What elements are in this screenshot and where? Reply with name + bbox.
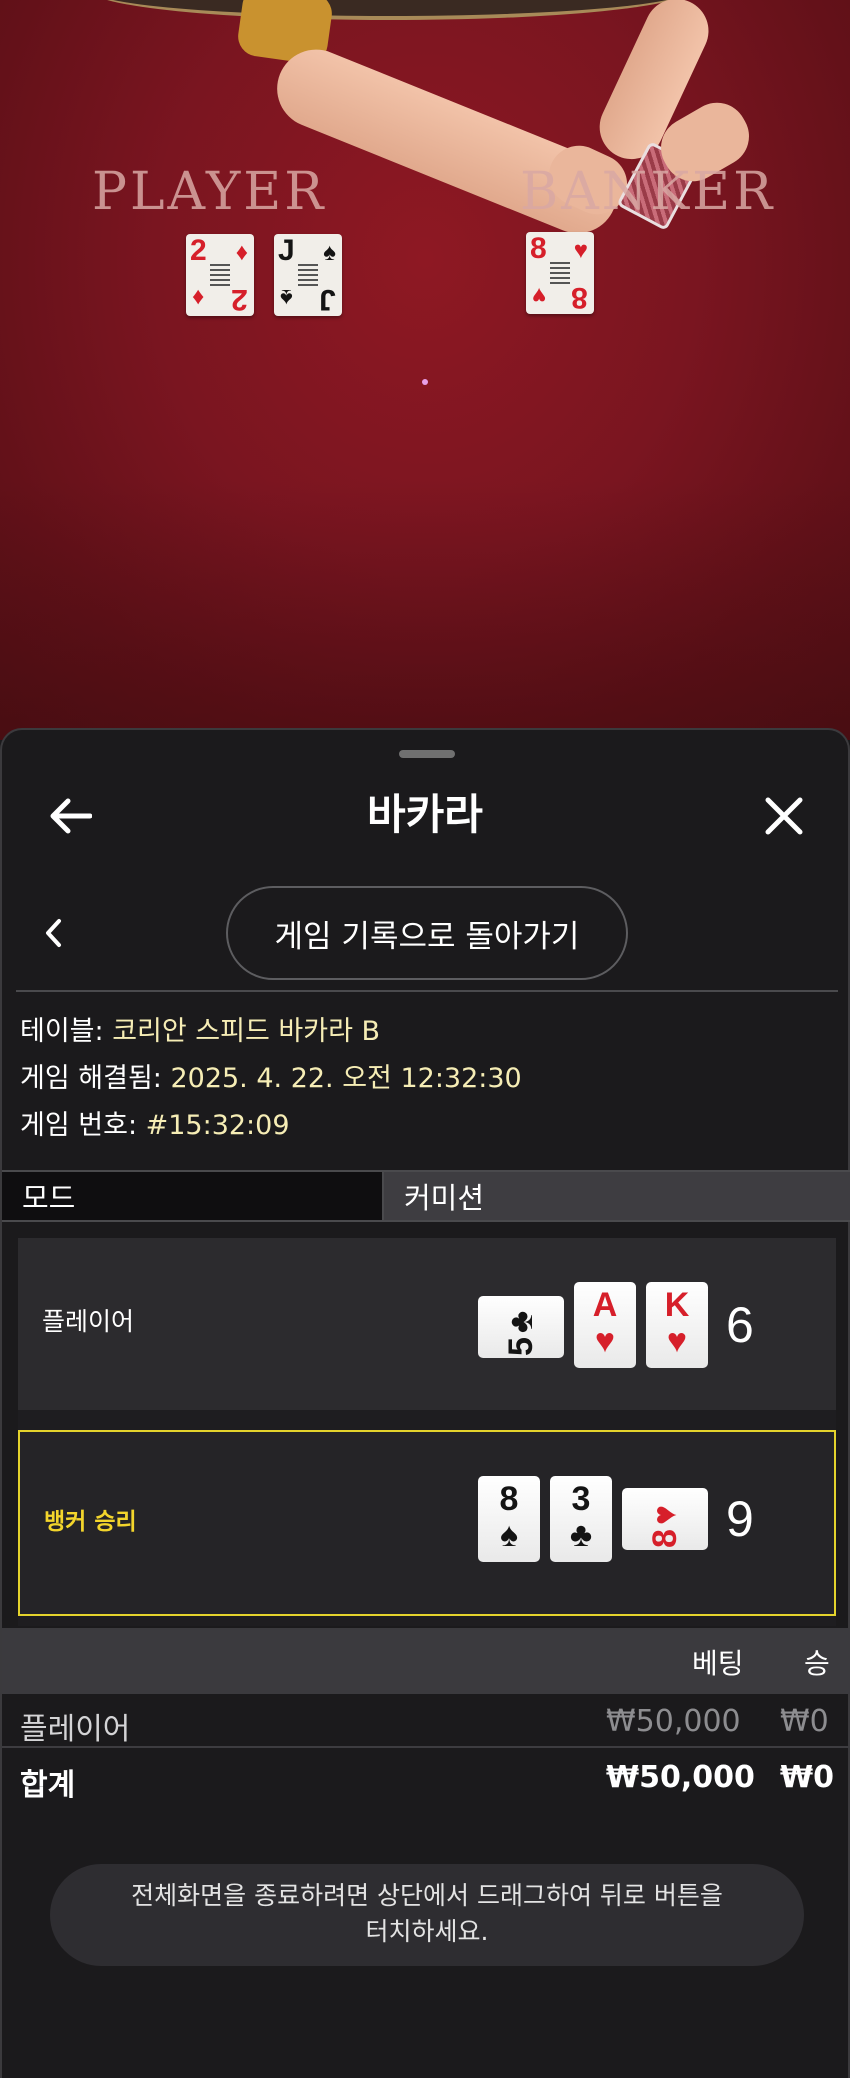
banker-win-label: 뱅커 승리 [44,1509,137,1535]
history-back-chevron[interactable] [38,908,68,958]
table-label-player: PLAYER [92,162,327,222]
table-card-player-2: J ♠ J ♠ [274,234,342,316]
bet-amount: ₩50,000 [606,1704,741,1739]
bet-row-total: 합계 ₩50,000 ₩0 [2,1752,850,1808]
win-column-header: 승 [804,1647,830,1680]
result-card: 8 ♥ [622,1488,708,1550]
bet-name: 플레이어 [20,1712,131,1747]
player-hand-row: 플레이어 5 ♣ A ♥ K ♥ 6 [18,1238,836,1410]
game-number-info: 게임 번호: #15:32:09 [20,1110,290,1141]
total-win-amount: ₩0 [780,1760,834,1795]
video-marker-dot [422,379,428,385]
banker-score: 9 [726,1491,754,1547]
tab-mode[interactable]: 모드 [2,1172,382,1220]
result-card: A ♥ [574,1282,636,1368]
divider [16,990,838,992]
back-to-history-button[interactable]: 게임 기록으로 돌아가기 [226,886,628,980]
total-label: 합계 [20,1768,76,1803]
chevron-left-icon [46,919,61,947]
result-card: 3 ♣ [550,1476,612,1562]
bets-header: 베팅 승 [2,1628,850,1694]
bet-row-player: 플레이어 ₩50,000 ₩0 [2,1696,850,1752]
live-video-feed: PLAYER BANKER 2 ♦ 2 ♦ J ♠ J ♠ 8 ♥ 8 ♥ [0,0,850,740]
page-title: 바카라 [367,790,483,839]
result-card: K ♥ [646,1282,708,1368]
result-card: 5 ♣ [478,1296,564,1358]
tab-commission[interactable]: 커미션 [382,1172,850,1220]
hand-results: 플레이어 5 ♣ A ♥ K ♥ 6 뱅커 승리 8 ♠ 3 ♣ 8 ♥ 9 [18,1238,836,1626]
win-amount: ₩0 [780,1704,829,1739]
result-card: 8 ♠ [478,1476,540,1562]
drag-handle[interactable] [399,750,455,758]
player-score: 6 [726,1297,754,1353]
table-label-banker: BANKER [520,162,776,222]
table-card-banker-1: 8 ♥ 8 ♥ [526,232,594,314]
table-edge [90,0,690,20]
total-bet-amount: ₩50,000 [606,1760,755,1795]
table-info: 테이블: 코리안 스피드 바카라 B [20,1016,381,1047]
fullscreen-exit-hint: 전체화면을 종료하려면 상단에서 드래그하여 뒤로 버튼을 터치하세요. [50,1864,804,1966]
resolved-time-info: 게임 해결됨: 2025. 4. 22. 오전 12:32:30 [20,1063,522,1094]
bet-column-header: 베팅 [692,1647,744,1680]
divider [2,1746,850,1748]
banker-hand-row: 뱅커 승리 8 ♠ 3 ♣ 8 ♥ 9 [18,1430,836,1616]
close-button[interactable] [754,786,814,846]
table-card-player-1: 2 ♦ 2 ♦ [186,234,254,316]
close-icon [765,797,803,835]
game-history-sheet: 바카라 게임 기록으로 돌아가기 테이블: 코리안 스피드 바카라 B 게임 해… [0,728,850,2078]
mode-tabs: 모드 커미션 [2,1170,850,1222]
player-hand-label: 플레이어 [42,1307,135,1336]
